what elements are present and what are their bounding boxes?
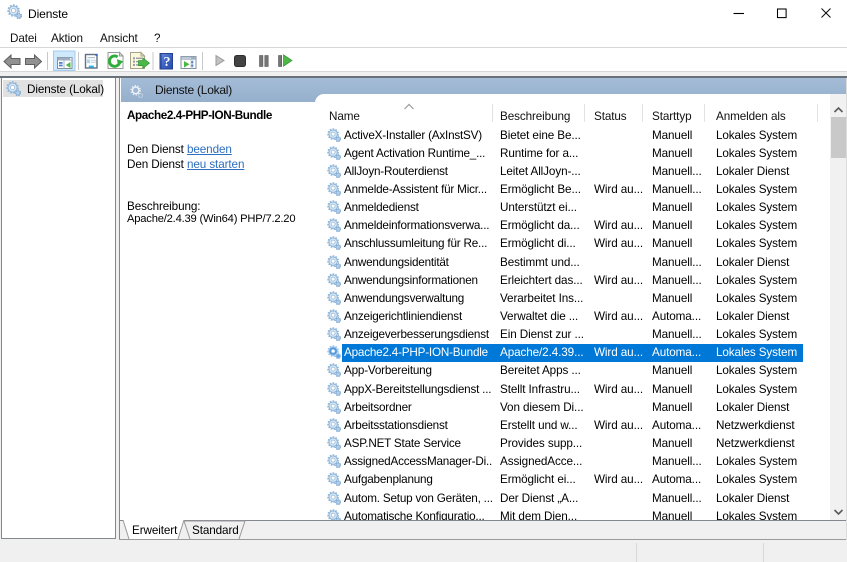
svg-text:?: ? (164, 55, 171, 70)
